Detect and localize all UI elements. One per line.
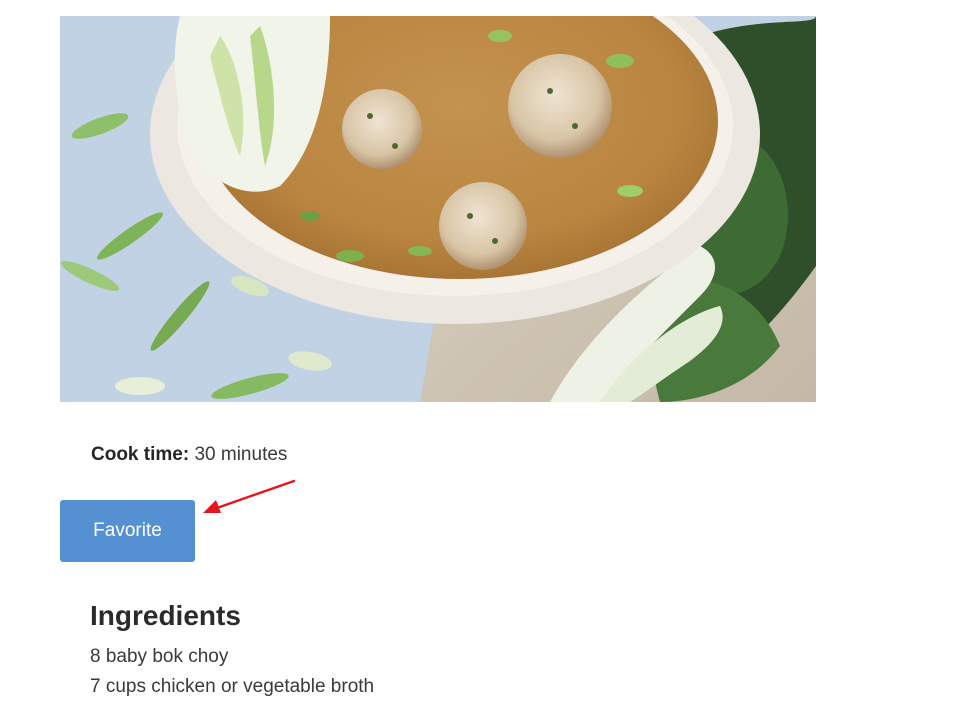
ingredient-item: 8 baby bok choy <box>90 646 229 667</box>
cook-time: Cook time: 30 minutes <box>91 444 287 466</box>
ingredient-item: 7 cups chicken or vegetable broth <box>90 676 375 697</box>
ingredients-list: 8 baby bok choy 7 cups chicken or vegeta… <box>90 642 374 702</box>
favorite-button[interactable]: Favorite <box>60 500 195 562</box>
cook-time-value: 30 minutes <box>194 444 288 465</box>
recipe-page: Cook time: 30 minutes Favorite Ingredien… <box>0 0 960 720</box>
recipe-photo <box>60 16 816 402</box>
arrow-icon <box>203 479 296 513</box>
cook-time-label: Cook time: <box>91 444 190 465</box>
ingredients-heading: Ingredients <box>90 600 241 631</box>
